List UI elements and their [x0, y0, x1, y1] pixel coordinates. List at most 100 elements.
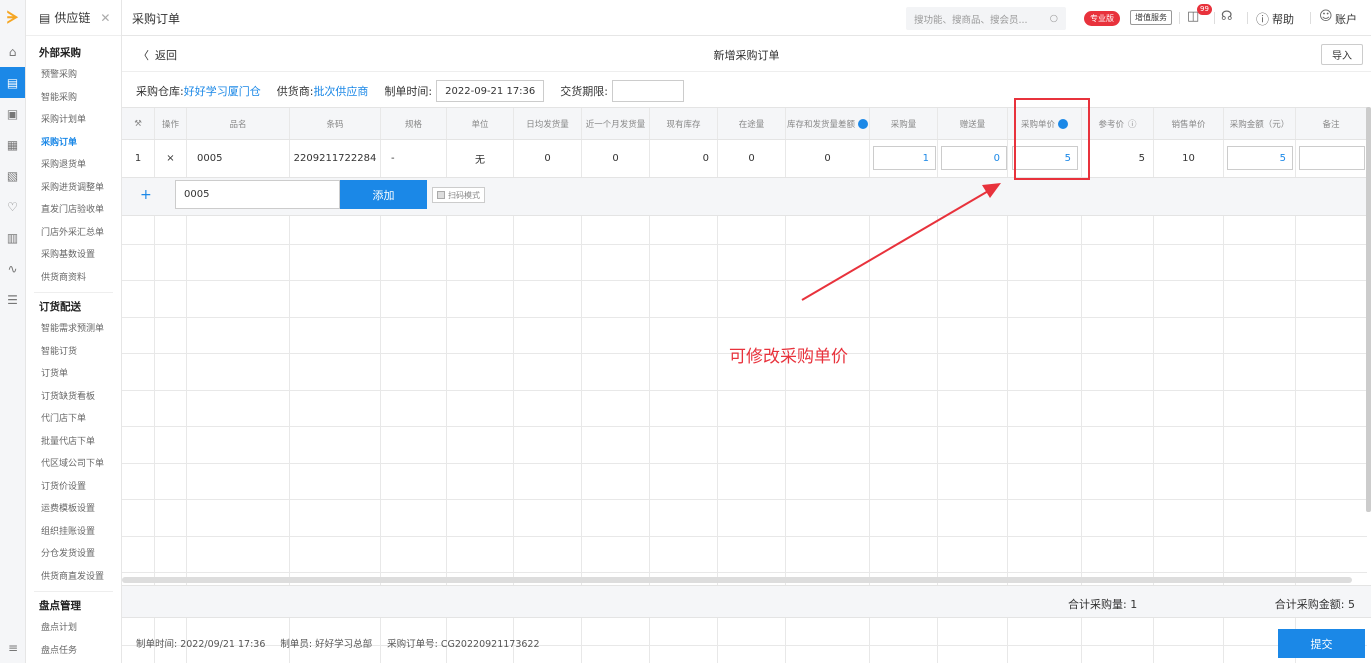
store-icon[interactable]: ▥ — [0, 222, 25, 253]
account-icon[interactable]: ☺ — [1319, 9, 1333, 24]
supplier-label: 供货商: — [276, 85, 314, 98]
sidebar-tab[interactable]: ▤ 供应链 ✕ — [26, 0, 121, 36]
settings-sliders-icon[interactable]: ☰ — [0, 284, 25, 315]
sidebar-item[interactable]: 智能订货 — [26, 341, 121, 364]
sidebar-item[interactable]: 采购进货调整单 — [26, 177, 121, 200]
heart-icon[interactable]: ♡ — [0, 191, 25, 222]
grid-line — [122, 499, 1367, 500]
cell-sale-price: 10 — [1154, 140, 1224, 177]
sidebar-item[interactable]: 代门店下单 — [26, 408, 121, 431]
remark-input[interactable] — [1299, 146, 1365, 170]
supplier-select[interactable]: 批次供应商 — [313, 83, 368, 99]
footer-maker: 制单员: 好好学习总部 — [280, 639, 373, 650]
headset-icon[interactable]: ☊ — [1221, 9, 1233, 24]
column-header: 备注 — [1296, 108, 1367, 139]
sidebar-item[interactable]: 采购基数设置 — [26, 244, 121, 267]
sidebar-item[interactable]: 盘点计划 — [26, 617, 121, 640]
sidebar-item[interactable]: 采购退货单 — [26, 154, 121, 177]
sidebar: ▤ 供应链 ✕ 外部采购 预警采购 智能采购 采购计划单 采购订单 采购退货单 … — [26, 0, 122, 663]
cell-name: 0005 — [187, 140, 290, 177]
header-divider — [1214, 12, 1215, 24]
sidebar-item[interactable]: 门店外采汇总单 — [26, 222, 121, 245]
home-icon[interactable]: ⌂ — [0, 36, 25, 67]
sidebar-item[interactable]: 订货单 — [26, 363, 121, 386]
help-icon[interactable]: ⓘ — [1256, 9, 1269, 28]
submit-button[interactable]: 提交 — [1278, 629, 1365, 658]
footer-meta: 制单时间: 2022/09/21 17:36 制单员: 好好学习总部 采购订单号… — [136, 636, 552, 650]
brand-logo-icon: ᗒ — [6, 8, 19, 27]
row-index: 1 — [122, 140, 155, 177]
table-row: 1 × 0005 2209211722284 - 无 0 0 0 0 0 5 1… — [122, 140, 1367, 178]
sidebar-item[interactable]: 智能需求预测单 — [26, 318, 121, 341]
notification-count-badge: 99 — [1197, 4, 1212, 15]
sidebar-item[interactable]: 供货商直发设置 — [26, 566, 121, 589]
page-tab-title[interactable]: 采购订单 — [132, 10, 180, 27]
pro-edition-badge[interactable]: 专业版 — [1084, 11, 1120, 26]
help-circle-icon[interactable]: ⓘ — [1128, 118, 1137, 130]
sidebar-item[interactable]: 直发门店验收单 — [26, 199, 121, 222]
amount-input[interactable]: 5 — [1227, 146, 1293, 170]
cell-stock: 0 — [650, 140, 718, 177]
column-header: 操作 — [155, 108, 187, 139]
search-input[interactable]: 搜功能、搜商品、搜会员... — [914, 12, 1028, 26]
help-link[interactable]: 帮助 — [1272, 11, 1294, 27]
column-header: 采购量 — [870, 108, 938, 139]
sidebar-item[interactable]: 订货价设置 — [26, 476, 121, 499]
horizontal-scrollbar[interactable] — [122, 577, 1352, 583]
sidebar-item[interactable]: 预警采购 — [26, 64, 121, 87]
cell-month-ship: 0 — [582, 140, 650, 177]
search-box[interactable]: 搜功能、搜商品、搜会员... ○ — [906, 7, 1066, 30]
supply-chain-icon[interactable]: ▤ — [0, 67, 25, 98]
made-time-field[interactable]: 2022-09-21 17:36 — [436, 80, 545, 102]
order-filters: 采购仓库: 好好学习厦门仓 供货商: 批次供应商 制单时间: 2022-09-2… — [136, 80, 700, 102]
sidebar-item[interactable]: 代区域公司下单 — [26, 453, 121, 476]
cell-daily-ship: 0 — [514, 140, 582, 177]
eye-icon[interactable] — [858, 118, 868, 129]
vertical-scrollbar[interactable] — [1366, 107, 1371, 512]
sidebar-item[interactable]: 运费模板设置 — [26, 498, 121, 521]
search-icon[interactable]: ○ — [1050, 13, 1058, 24]
delete-row-button[interactable]: × — [155, 140, 187, 177]
sidebar-item[interactable]: 组织挂账设置 — [26, 521, 121, 544]
grid-line — [122, 463, 1367, 464]
report-icon[interactable]: ▧ — [0, 160, 25, 191]
sidebar-item[interactable]: 批量代店下单 — [26, 431, 121, 454]
total-amount: 合计采购金额: 5 — [1274, 598, 1355, 611]
chart-icon[interactable]: ∿ — [0, 253, 25, 284]
column-header: 单位 — [447, 108, 514, 139]
add-button[interactable]: 添加 — [340, 180, 427, 209]
account-link[interactable]: 账户 — [1335, 11, 1357, 27]
sidebar-item[interactable]: 采购计划单 — [26, 109, 121, 132]
sidebar-tab-label: 供应链 — [54, 11, 91, 25]
sidebar-item[interactable]: 分仓发货设置 — [26, 543, 121, 566]
sidebar-item[interactable]: 智能采购 — [26, 87, 121, 110]
gift-qty-input[interactable]: 0 — [941, 146, 1007, 170]
warehouse-select[interactable]: 好好学习厦门仓 — [184, 83, 261, 99]
sidebar-item[interactable]: 供货商资料 — [26, 267, 121, 290]
calendar-icon[interactable]: ▦ — [0, 129, 25, 160]
sidebar-item[interactable]: 盘点任务 — [26, 640, 121, 663]
cell-spec: - — [381, 140, 447, 177]
purchase-qty-input[interactable]: 1 — [873, 146, 936, 170]
collapse-icon[interactable]: ≡ — [0, 632, 26, 663]
column-header: 品名 — [187, 108, 290, 139]
add-item-input[interactable]: 0005 — [175, 180, 340, 209]
scan-mode-toggle[interactable]: 扫码模式 — [432, 187, 485, 203]
import-button[interactable]: 导入 — [1321, 44, 1363, 65]
delivery-deadline-field[interactable] — [612, 80, 684, 102]
wallet-icon[interactable]: ▣ — [0, 98, 25, 129]
column-settings-icon[interactable]: ⚒ — [122, 108, 155, 139]
header-divider — [1179, 12, 1180, 24]
value-added-service-badge[interactable]: 增值服务 — [1130, 10, 1172, 25]
sidebar-item[interactable]: 订货缺货看板 — [26, 386, 121, 409]
header-divider — [1310, 12, 1311, 24]
column-header-label: 参考价 — [1098, 119, 1124, 130]
scan-mode-checkbox[interactable] — [437, 191, 445, 199]
plus-icon[interactable]: + — [140, 187, 152, 203]
close-icon[interactable]: ✕ — [100, 11, 110, 25]
back-button[interactable]: 〈返回 — [138, 47, 177, 63]
highlight-box — [1014, 98, 1090, 180]
sidebar-section-title: 订货配送 — [39, 301, 81, 313]
module-icon: ▤ — [39, 10, 51, 25]
sidebar-item-active[interactable]: 采购订单 — [26, 132, 121, 155]
